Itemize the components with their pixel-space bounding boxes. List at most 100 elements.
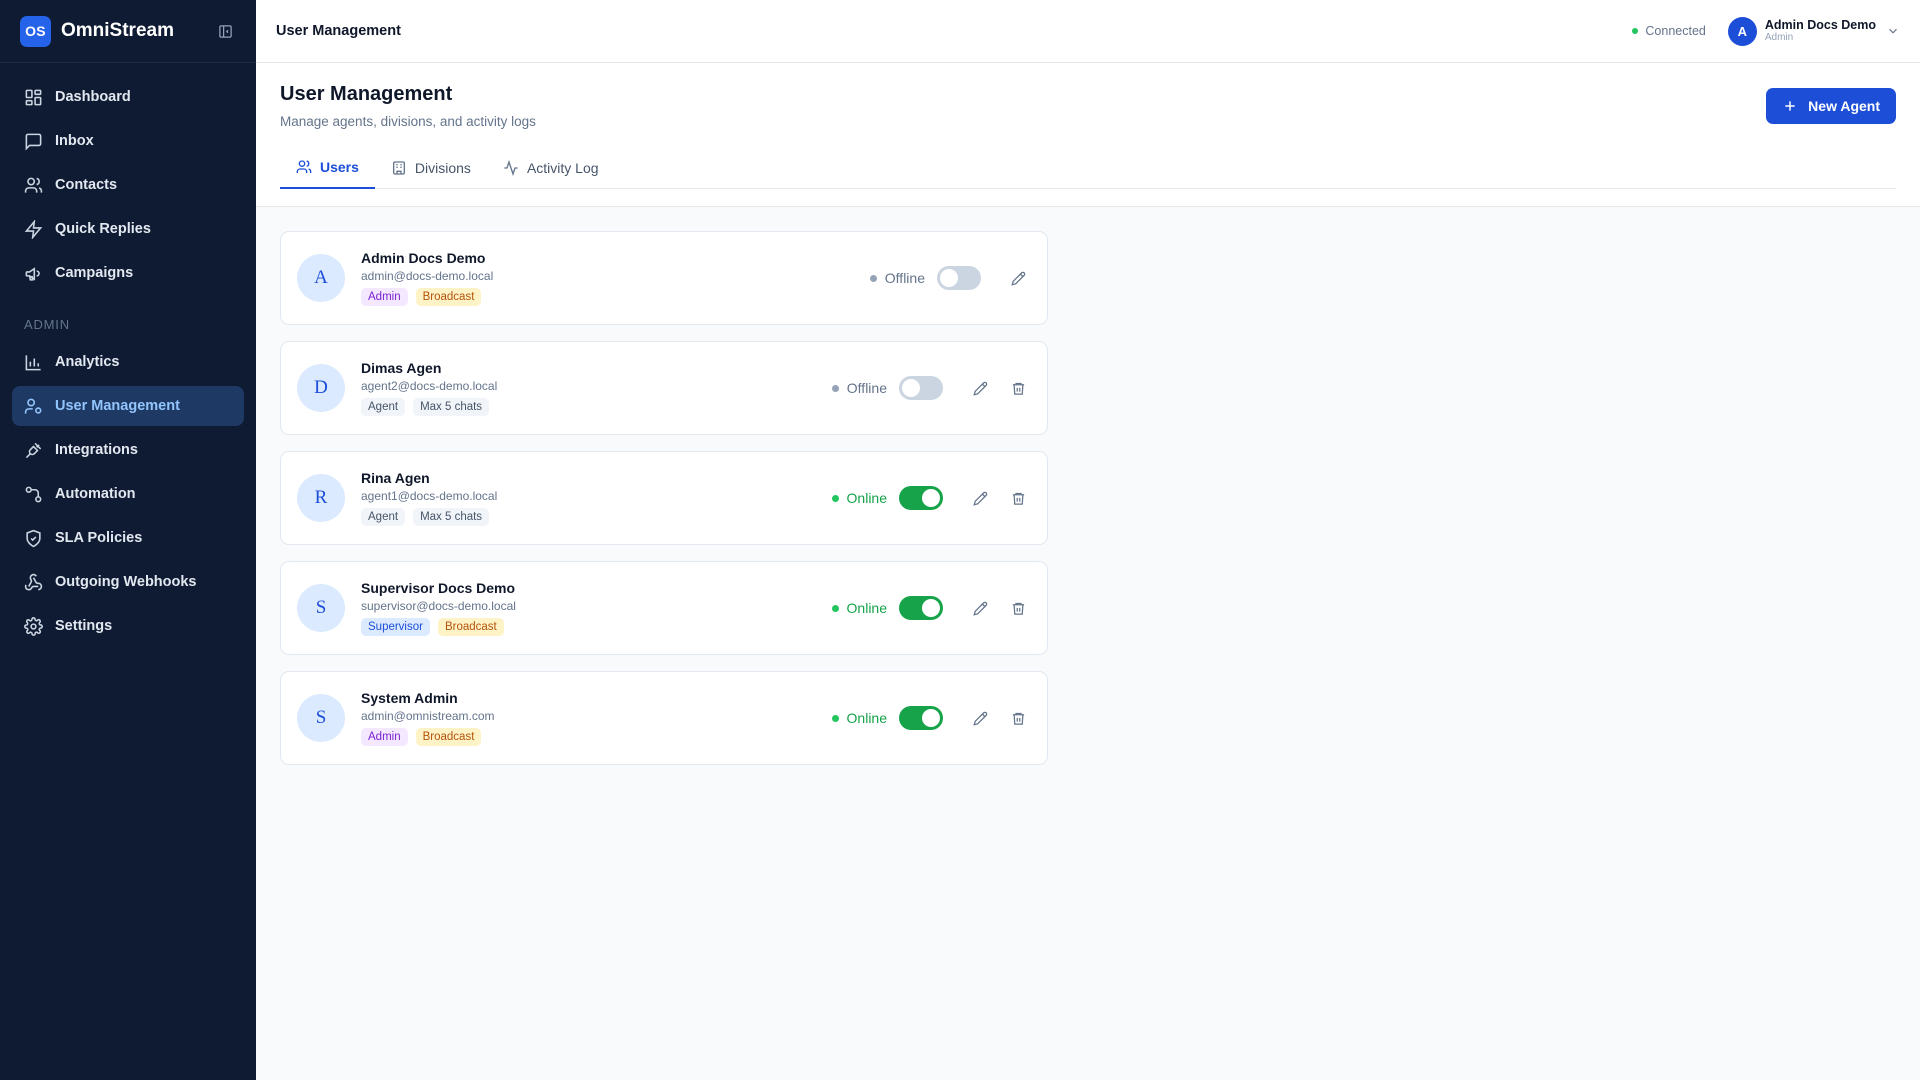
- sidebar-item-outgoing-webhooks[interactable]: Outgoing Webhooks: [12, 562, 244, 602]
- contacts-icon: [24, 176, 43, 195]
- user-badges: Supervisor Broadcast: [361, 618, 832, 636]
- user-email: agent2@docs-demo.local: [361, 379, 498, 393]
- sidebar-nav: Dashboard Inbox Contacts Quick Replies C…: [0, 63, 256, 646]
- role-badge: Supervisor: [361, 618, 430, 636]
- sidebar-item-dashboard[interactable]: Dashboard: [12, 77, 244, 117]
- shield-icon: [24, 529, 43, 548]
- tab-activity-log[interactable]: Activity Log: [487, 147, 615, 189]
- plus-icon: [1782, 98, 1798, 114]
- building-icon: [391, 160, 407, 176]
- sidebar-item-label: Integrations: [55, 442, 138, 458]
- user-name: Rina Agen: [361, 470, 430, 486]
- user-card: S Supervisor Docs Demo supervisor@docs-d…: [280, 561, 1048, 655]
- edit-button[interactable]: [967, 485, 993, 511]
- brand: OS OmniStream: [0, 0, 256, 63]
- sidebar-item-sla-policies[interactable]: SLA Policies: [12, 518, 244, 558]
- user-badges: Admin Broadcast: [361, 288, 870, 306]
- avatar: A: [297, 254, 345, 302]
- sidebar-item-label: Campaigns: [55, 265, 134, 281]
- status-toggle[interactable]: [899, 376, 943, 400]
- header-title: User Management: [276, 23, 401, 39]
- sidebar-item-quick-replies[interactable]: Quick Replies: [12, 209, 244, 249]
- sidebar-item-contacts[interactable]: Contacts: [12, 165, 244, 205]
- user-email: admin@omnistream.com: [361, 709, 495, 723]
- delete-button[interactable]: [1005, 485, 1031, 511]
- status-toggle[interactable]: [937, 266, 981, 290]
- activity-icon: [503, 160, 519, 176]
- trash-icon: [1011, 491, 1026, 506]
- delete-button[interactable]: [1005, 705, 1031, 731]
- sidebar-item-analytics[interactable]: Analytics: [12, 342, 244, 382]
- workflow-icon: [24, 485, 43, 504]
- inbox-icon: [24, 132, 43, 151]
- status-dot-icon: [831, 494, 839, 502]
- status-indicator: Offline: [869, 270, 925, 286]
- user-email: supervisor@docs-demo.local: [361, 599, 516, 613]
- sidebar-item-user-management[interactable]: User Management: [12, 386, 244, 426]
- status-indicator: Online: [831, 490, 887, 506]
- user-card: A Admin Docs Demo admin@docs-demo.local …: [280, 231, 1048, 325]
- tab-label: Activity Log: [526, 160, 599, 176]
- user-menu[interactable]: A Admin Docs Demo Admin: [1727, 16, 1900, 46]
- users-icon: [296, 159, 312, 175]
- status-toggle[interactable]: [899, 706, 943, 730]
- user-info: Admin Docs Demo Admin: [1765, 18, 1876, 44]
- sidebar-item-label: Inbox: [55, 133, 94, 149]
- sidebar-item-campaigns[interactable]: Campaigns: [12, 253, 244, 293]
- status-label: Online: [846, 490, 887, 506]
- megaphone-icon: [24, 264, 43, 283]
- page-subtitle: Manage agents, divisions, and activity l…: [280, 114, 536, 129]
- sidebar-item-label: Contacts: [55, 177, 118, 193]
- user-info: System Admin admin@omnistream.com Admin …: [361, 690, 832, 746]
- role-badge: Admin: [361, 728, 408, 746]
- permission-badge: Broadcast: [437, 618, 504, 636]
- trash-icon: [1011, 711, 1026, 726]
- sidebar-collapse-icon[interactable]: [214, 20, 236, 42]
- status-toggle[interactable]: [899, 596, 943, 620]
- user-list: A Admin Docs Demo admin@docs-demo.local …: [280, 231, 1048, 781]
- edit-button[interactable]: [1005, 265, 1031, 291]
- user-actions: Online: [831, 705, 1031, 731]
- webhook-icon: [24, 573, 43, 592]
- sidebar-item-settings[interactable]: Settings: [12, 606, 244, 646]
- tab-users[interactable]: Users: [280, 147, 375, 189]
- connection-dot-icon: [1632, 28, 1639, 34]
- sidebar-item-automation[interactable]: Automation: [12, 474, 244, 514]
- status-label: Offline: [846, 380, 887, 396]
- sidebar-item-label: SLA Policies: [55, 530, 143, 546]
- role-badge: Admin: [361, 288, 408, 306]
- user-name: Dimas Agen: [361, 360, 442, 376]
- plug-icon: [24, 441, 43, 460]
- edit-button[interactable]: [967, 595, 993, 621]
- user-info: Rina Agen agent1@docs-demo.local Agent M…: [361, 470, 832, 526]
- status-toggle[interactable]: [899, 486, 943, 510]
- page-header: User Management Manage agents, divisions…: [256, 63, 1920, 207]
- delete-button[interactable]: [1005, 595, 1031, 621]
- status-label: Online: [846, 600, 887, 616]
- user-badges: Agent Max 5 chats: [361, 508, 832, 526]
- sidebar-item-inbox[interactable]: Inbox: [12, 121, 244, 161]
- dashboard-icon: [24, 88, 43, 107]
- status-dot-icon: [869, 274, 877, 282]
- toggle-knob: [940, 269, 958, 287]
- new-agent-label: New Agent: [1808, 98, 1880, 114]
- delete-button[interactable]: [1005, 375, 1031, 401]
- new-agent-button[interactable]: New Agent: [1766, 88, 1896, 124]
- brand-name: OmniStream: [61, 20, 174, 41]
- edit-button[interactable]: [967, 705, 993, 731]
- connection-label: Connected: [1645, 24, 1706, 38]
- user-info: Dimas Agen agent2@docs-demo.local Agent …: [361, 360, 832, 416]
- edit-button[interactable]: [967, 375, 993, 401]
- sidebar-item-integrations[interactable]: Integrations: [12, 430, 244, 470]
- user-email: agent1@docs-demo.local: [361, 489, 498, 503]
- tab-label: Users: [320, 159, 359, 175]
- pencil-icon: [972, 601, 988, 616]
- user-card: D Dimas Agen agent2@docs-demo.local Agen…: [280, 341, 1048, 435]
- user-info: Admin Docs Demo admin@docs-demo.local Ad…: [361, 250, 870, 306]
- tab-divisions[interactable]: Divisions: [375, 147, 487, 189]
- status-indicator: Online: [831, 600, 887, 616]
- sidebar: OS OmniStream Dashboard Inbox Contacts Q…: [0, 0, 256, 1080]
- chevron-down-icon: [1886, 24, 1900, 38]
- tabs: Users Divisions Activity Log: [280, 147, 1896, 189]
- pencil-icon: [1010, 271, 1026, 286]
